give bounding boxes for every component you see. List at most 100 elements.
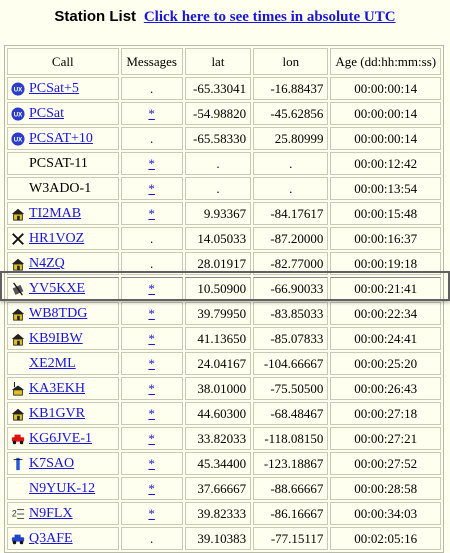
station-callsign[interactable]: N4ZQ — [29, 256, 65, 271]
house-icon — [10, 257, 26, 271]
cell-lon: -104.66667 — [253, 352, 329, 375]
cell-age: 00:00:15:48 — [330, 202, 441, 225]
table-row: TI2MAB * 9.93367 -84.17617 00:00:15:48 — [7, 202, 441, 225]
cell-age: 00:00:19:18 — [330, 252, 441, 275]
cell-call: YV5KXE — [7, 277, 119, 300]
messages-link[interactable]: * — [148, 206, 155, 221]
svg-text:2: 2 — [12, 509, 17, 519]
column-header-age: Age (dd:hh:mm:ss) — [330, 48, 441, 75]
messages-link[interactable]: * — [148, 306, 155, 321]
cell-lat: 28.01917 — [184, 252, 252, 275]
table-row: KG6JVE-1 * 33.82033 -118.08150 00:00:27:21 — [7, 427, 441, 450]
messages-link[interactable]: * — [148, 381, 155, 396]
messages-link[interactable]: * — [148, 406, 155, 421]
station-callsign[interactable]: Q3AFE — [29, 531, 73, 546]
cell-age: 00:00:27:18 — [330, 402, 441, 425]
messages-empty: . — [150, 130, 154, 146]
table-row: K7SAO * 45.34400 -123.18867 00:00:27:52 — [7, 452, 441, 475]
table-row: UX PCSAT+10. -65.58330 25.80999 00:00:00:14 — [7, 127, 441, 150]
station-callsign[interactable]: PCSAT+10 — [29, 131, 93, 146]
svg-text:UX: UX — [14, 112, 23, 119]
station-table: Call Messages lat lon Age (dd:hh:mm:ss) … — [5, 46, 443, 552]
station-callsign[interactable]: KB1GVR — [29, 406, 85, 421]
cell-lat: -54.98820 — [184, 102, 252, 125]
station-callsign[interactable]: KG6JVE-1 — [29, 431, 92, 446]
station-callsign[interactable]: KA3EKH — [29, 381, 85, 396]
cell-call: KA3EKH — [7, 377, 119, 400]
cell-messages: . — [120, 77, 183, 100]
cell-messages: * — [120, 477, 183, 500]
station-callsign[interactable]: HR1VOZ — [29, 231, 84, 246]
cell-age: 00:00:16:37 — [330, 227, 441, 250]
column-header-lon: lon — [253, 48, 329, 75]
cell-age: 00:00:34:03 — [330, 502, 441, 525]
cell-lat: 39.79950 — [184, 302, 252, 325]
icon-placeholder — [10, 357, 26, 371]
cell-call: KB1GVR — [7, 402, 119, 425]
cell-age: 00:00:25:20 — [330, 352, 441, 375]
messages-link[interactable]: * — [148, 281, 155, 296]
cell-lon: -86.16667 — [253, 502, 329, 525]
cell-lon: -84.17617 — [253, 202, 329, 225]
messages-link[interactable]: * — [148, 431, 155, 446]
table-row: YV5KXE * 10.50900 -66.90033 00:00:21:41 — [7, 277, 441, 300]
cell-lon: -123.18867 — [253, 452, 329, 475]
messages-empty: . — [150, 80, 154, 96]
house-antenna-icon — [10, 382, 26, 396]
cell-messages: * — [120, 327, 183, 350]
cell-call: WB8TDG — [7, 302, 119, 325]
messages-link[interactable]: * — [148, 481, 155, 496]
table-row: UX PCSat+5. -65.33041 -16.88437 00:00:00:14 — [7, 77, 441, 100]
station-callsign[interactable]: TI2MAB — [29, 206, 81, 221]
cell-lat: 24.04167 — [184, 352, 252, 375]
utc-times-link[interactable]: Click here to see times in absolute UTC — [144, 9, 396, 25]
cell-messages: * — [120, 302, 183, 325]
cell-call: UX PCSat+5 — [7, 77, 119, 100]
station-callsign[interactable]: WB8TDG — [29, 306, 87, 321]
table-header-row: Call Messages lat lon Age (dd:hh:mm:ss) — [7, 48, 441, 75]
messages-empty: . — [150, 255, 154, 271]
cell-messages: * — [120, 277, 183, 300]
car-icon — [10, 432, 26, 446]
cell-lat: 44.60300 — [184, 402, 252, 425]
cell-lon: -66.90033 — [253, 277, 329, 300]
cell-lat: -65.33041 — [184, 77, 252, 100]
station-callsign[interactable]: XE2ML — [29, 356, 76, 371]
cell-call: KB9IBW — [7, 327, 119, 350]
phone-icon — [10, 282, 26, 296]
table-row: 2 N9FLX * 39.82333 -86.16667 00:00:34:03 — [7, 502, 441, 525]
icon-placeholder — [10, 157, 26, 171]
cell-lat: 41.13650 — [184, 327, 252, 350]
messages-link[interactable]: * — [148, 181, 155, 196]
antenna-icon — [10, 457, 26, 471]
cell-call: W3ADO-1 — [7, 177, 119, 200]
station-callsign[interactable]: PCSat — [29, 106, 64, 121]
table-row: XE2ML * 24.04167 -104.66667 00:00:25:20 — [7, 352, 441, 375]
messages-link[interactable]: * — [148, 331, 155, 346]
table-row: KB9IBW * 41.13650 -85.07833 00:00:24:41 — [7, 327, 441, 350]
house-icon — [10, 207, 26, 221]
messages-empty: . — [150, 530, 154, 546]
table-row: W3ADO-1 *.. 00:00:13:54 — [7, 177, 441, 200]
cell-messages: . — [120, 127, 183, 150]
station-callsign[interactable]: K7SAO — [29, 456, 74, 471]
station-callsign[interactable]: KB9IBW — [29, 331, 83, 346]
station-callsign[interactable]: PCSat+5 — [29, 81, 79, 96]
cell-call: KG6JVE-1 — [7, 427, 119, 450]
table-row: N9YUK-12 * 37.66667 -88.66667 00:00:28:58 — [7, 477, 441, 500]
messages-link[interactable]: * — [148, 506, 155, 521]
cell-lat: 37.66667 — [184, 477, 252, 500]
station-callsign[interactable]: YV5KXE — [29, 281, 85, 296]
cell-age: 00:00:22:34 — [330, 302, 441, 325]
cell-lat: 33.82033 — [184, 427, 252, 450]
messages-link[interactable]: * — [148, 156, 155, 171]
messages-link[interactable]: * — [148, 356, 155, 371]
messages-link[interactable]: * — [148, 456, 155, 471]
cell-lon: -88.66667 — [253, 477, 329, 500]
station-callsign[interactable]: N9FLX — [29, 506, 73, 521]
cell-age: 00:00:12:42 — [330, 152, 441, 175]
cell-lon: -16.88437 — [253, 77, 329, 100]
cell-age: 00:00:00:14 — [330, 127, 441, 150]
messages-link[interactable]: * — [148, 106, 155, 121]
station-callsign[interactable]: N9YUK-12 — [29, 481, 95, 496]
